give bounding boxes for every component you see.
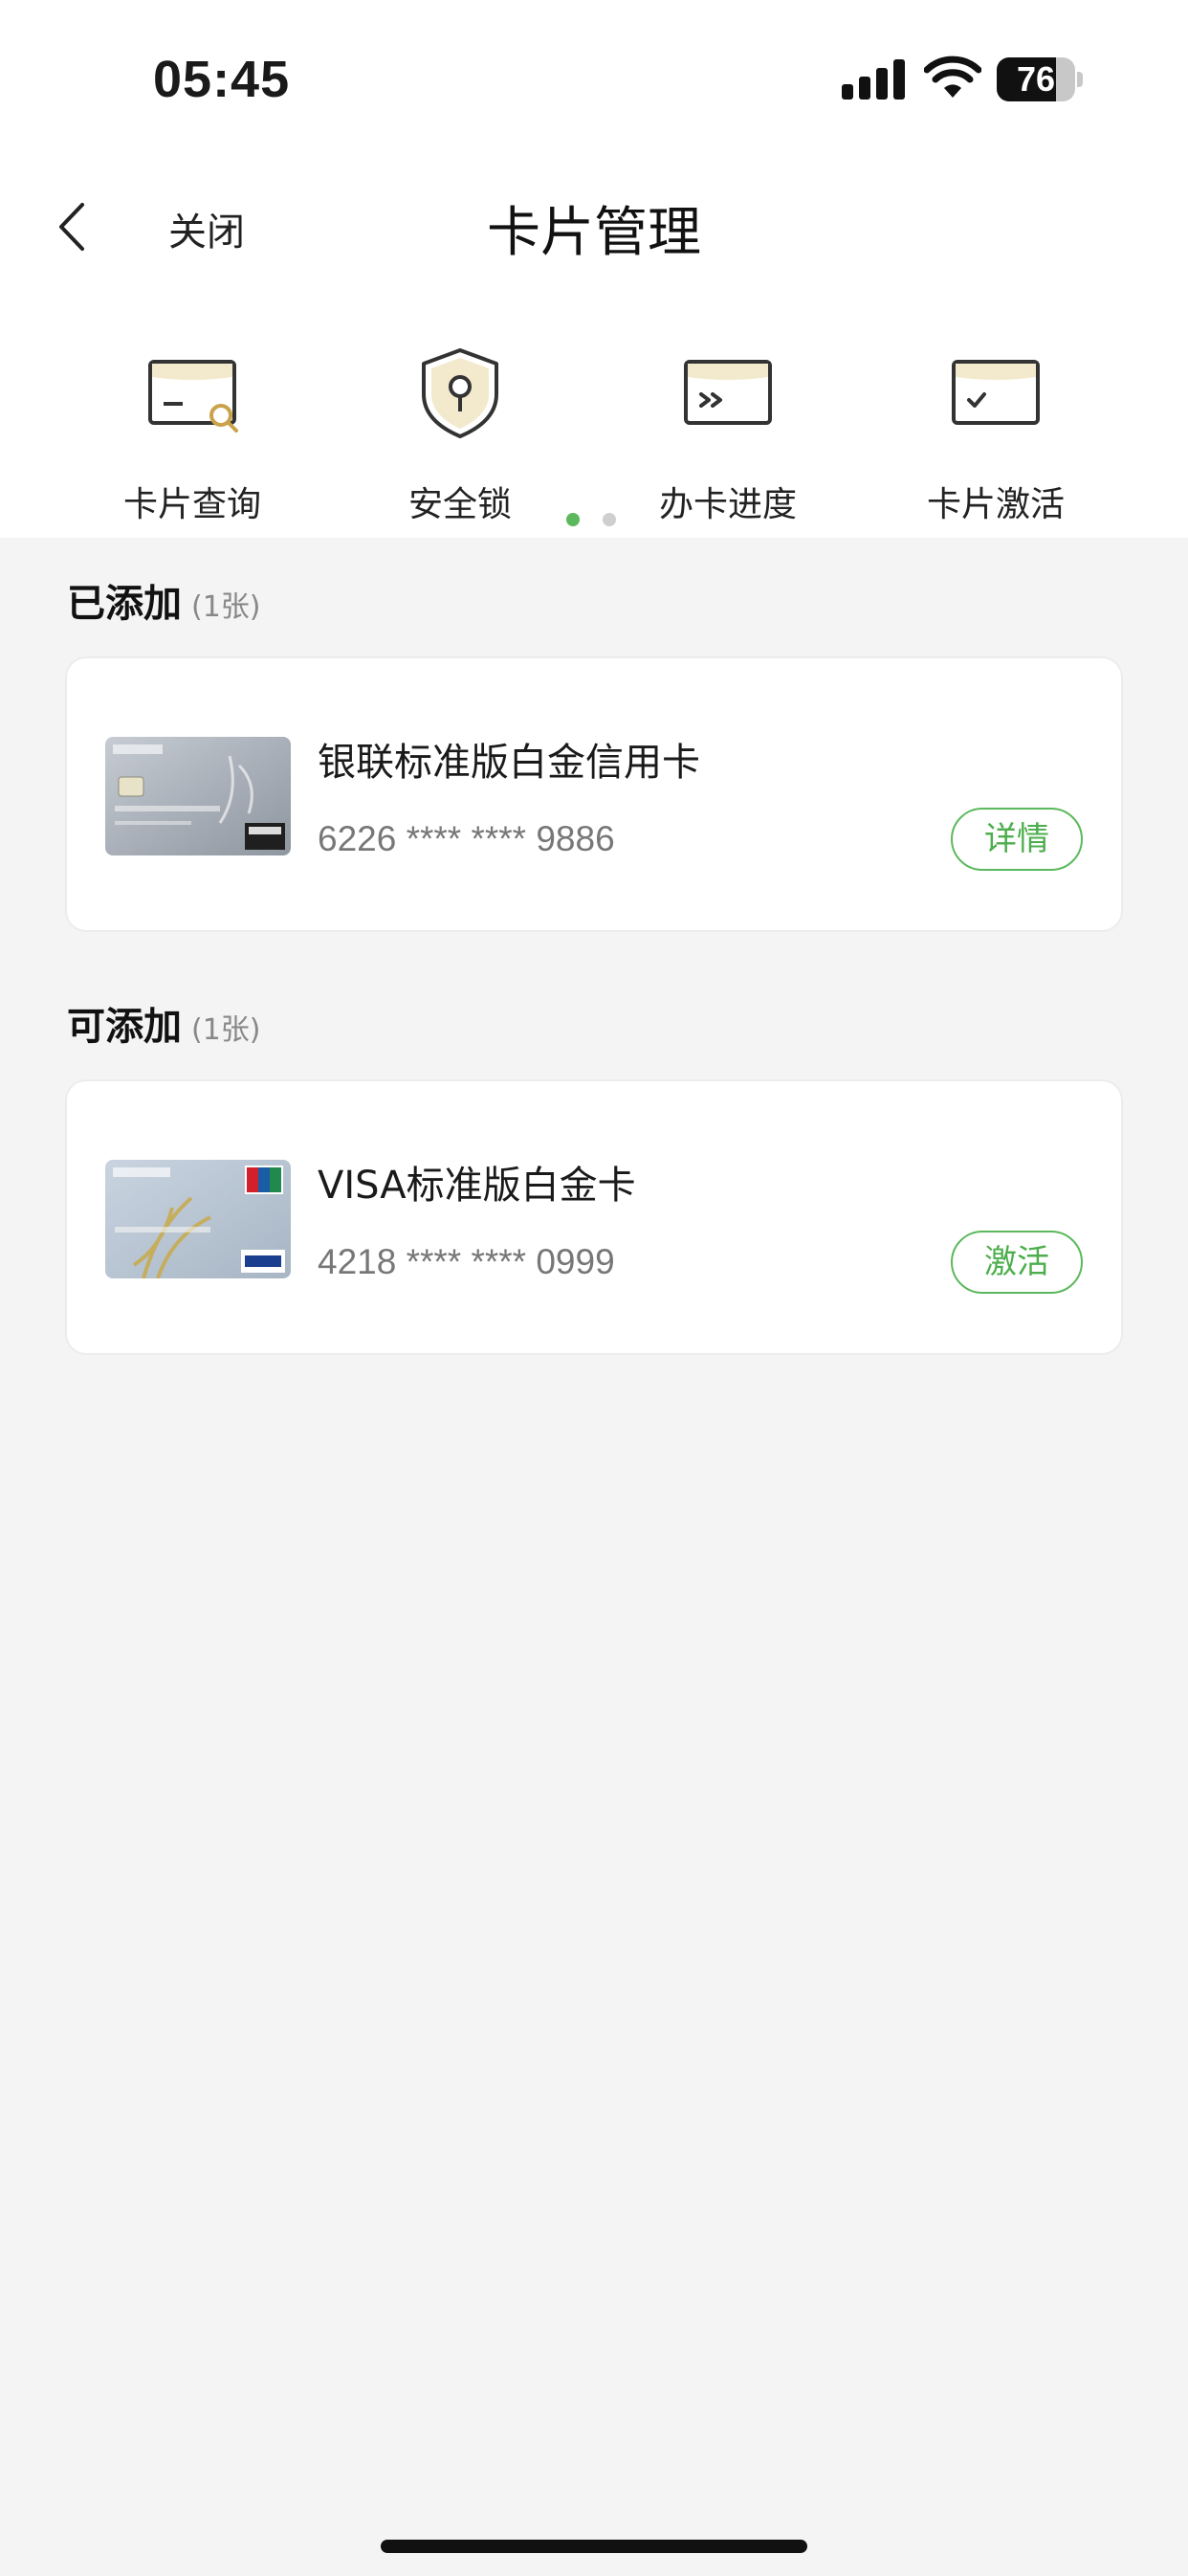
section-title-text: 可添加 <box>67 1005 182 1049</box>
page-title: 卡片管理 <box>487 202 701 264</box>
card-name: 银联标准版白金信用卡 <box>318 741 700 785</box>
card-item-available[interactable]: VISA标准版白金卡 4218 **** **** 0999 激活 <box>65 1079 1123 1355</box>
activate-button[interactable]: 激活 <box>951 1231 1083 1294</box>
action-label: 卡片查询 <box>122 485 261 524</box>
application-progress-icon <box>684 360 772 425</box>
status-time: 05:45 <box>153 51 291 108</box>
card-image-visa <box>105 1160 291 1278</box>
page-dot-active <box>566 513 580 526</box>
card-image-unionpay <box>105 737 291 855</box>
action-card-activate[interactable]: 卡片激活 <box>862 344 1130 526</box>
action-label: 卡片激活 <box>926 485 1065 524</box>
card-number: 6226 **** **** 9886 <box>318 819 615 858</box>
section-count: (1张) <box>191 590 261 624</box>
card-search-icon <box>148 360 238 433</box>
action-label: 办卡进度 <box>658 485 797 524</box>
section-count: (1张) <box>191 1013 261 1047</box>
card-activate-icon <box>952 360 1040 425</box>
action-label: 安全锁 <box>407 485 512 524</box>
security-lock-icon <box>422 348 498 438</box>
home-indicator <box>381 2540 807 2553</box>
status-bar: 05:45 76 <box>0 0 1188 144</box>
page-indicator <box>566 513 624 528</box>
action-card-search[interactable]: 卡片查询 <box>58 344 326 526</box>
wifi-icon <box>924 56 981 98</box>
quick-actions: 卡片查询 安全锁 办卡进度 卡片激活 <box>0 344 1188 536</box>
card-item-added[interactable]: 银联标准版白金信用卡 6226 **** **** 9886 详情 <box>65 656 1123 932</box>
action-application-progress[interactable]: 办卡进度 <box>594 344 862 526</box>
action-security-lock[interactable]: 安全锁 <box>326 344 594 526</box>
page-dot <box>603 513 616 526</box>
section-title-available: 可添加 (1张) <box>67 995 261 1051</box>
section-title-added: 已添加 (1张) <box>67 572 261 628</box>
battery-icon: 76 <box>997 57 1083 101</box>
battery-percent: 76 <box>1016 59 1056 99</box>
card-number: 4218 **** **** 0999 <box>318 1242 615 1281</box>
section-title-text: 已添加 <box>67 582 182 626</box>
cellular-signal-icon <box>842 59 905 100</box>
card-name: VISA标准版白金卡 <box>318 1164 636 1208</box>
details-button[interactable]: 详情 <box>951 808 1083 871</box>
